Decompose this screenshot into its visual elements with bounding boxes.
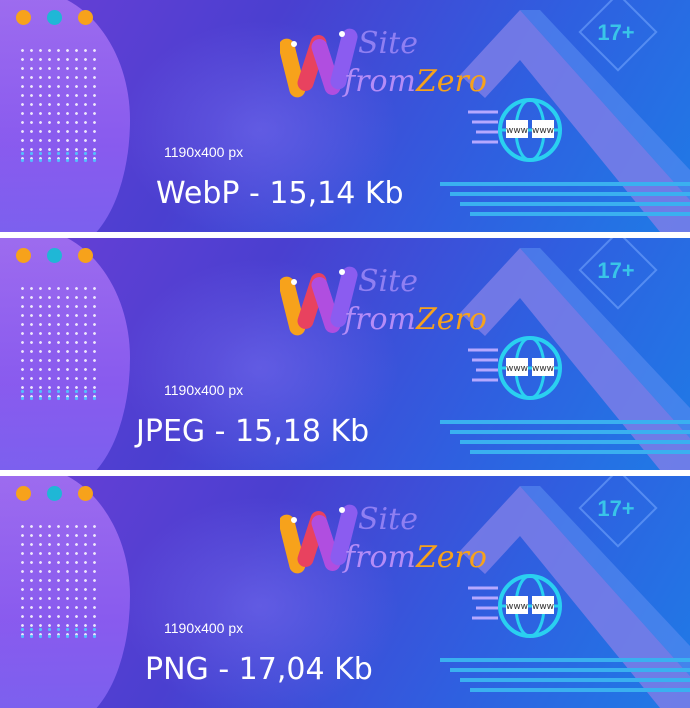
globe-www-icon: www www xyxy=(468,98,562,162)
dot-grid-accent xyxy=(18,150,100,164)
decor-stripes xyxy=(440,182,690,216)
logo-from-text: fromZero xyxy=(344,540,487,575)
decor-stripes xyxy=(440,420,690,454)
orange-dot xyxy=(78,486,93,501)
svg-text:www: www xyxy=(506,364,528,374)
logo-from-text: fromZero xyxy=(344,64,487,99)
logo-from-text: fromZero xyxy=(344,302,487,337)
svg-text:www: www xyxy=(532,126,554,136)
banner-webp: 17+ Site fromZero www www 1190x400 px We… xyxy=(0,0,690,232)
orange-dot xyxy=(16,10,31,25)
age-badge: 17+ xyxy=(584,6,648,60)
banner-comparison: 17+ Site fromZero www www 1190x400 px We… xyxy=(0,0,690,708)
cyan-dot xyxy=(47,486,62,501)
cyan-dot xyxy=(47,10,62,25)
dot-grid xyxy=(18,284,100,399)
banner-png: 17+ Site fromZero www www 1190x400 px PN… xyxy=(0,476,690,708)
svg-text:www: www xyxy=(532,364,554,374)
svg-text:www: www xyxy=(506,602,528,612)
banner-jpeg: 17+ Site fromZero www www 1190x400 px JP… xyxy=(0,238,690,470)
format-size-label: PNG - 17,04 Kb xyxy=(145,652,373,687)
globe-www-icon: www www xyxy=(468,574,562,638)
orange-dot xyxy=(78,248,93,263)
logo-site-text: Site xyxy=(358,502,418,537)
dimensions-text: 1190x400 px xyxy=(164,382,244,398)
dimensions-text: 1190x400 px xyxy=(164,144,244,160)
format-size-label: WebP - 15,14 Kb xyxy=(156,176,404,211)
dot-grid-accent xyxy=(18,388,100,402)
orange-dot xyxy=(16,486,31,501)
dots-row xyxy=(16,248,93,263)
orange-dot xyxy=(78,10,93,25)
svg-text:www: www xyxy=(532,602,554,612)
logo-site-text: Site xyxy=(358,26,418,61)
logo-site-text: Site xyxy=(358,264,418,299)
dot-grid xyxy=(18,46,100,161)
age-badge: 17+ xyxy=(584,482,648,536)
dot-grid xyxy=(18,522,100,637)
decor-stripes xyxy=(440,658,690,692)
globe-www-icon: www www xyxy=(468,336,562,400)
orange-dot xyxy=(16,248,31,263)
svg-text:www: www xyxy=(506,126,528,136)
cyan-dot xyxy=(47,248,62,263)
dimensions-text: 1190x400 px xyxy=(164,620,244,636)
format-size-label: JPEG - 15,18 Kb xyxy=(136,414,370,449)
dot-grid-accent xyxy=(18,626,100,640)
age-badge: 17+ xyxy=(584,244,648,298)
dots-row xyxy=(16,486,93,501)
dots-row xyxy=(16,10,93,25)
